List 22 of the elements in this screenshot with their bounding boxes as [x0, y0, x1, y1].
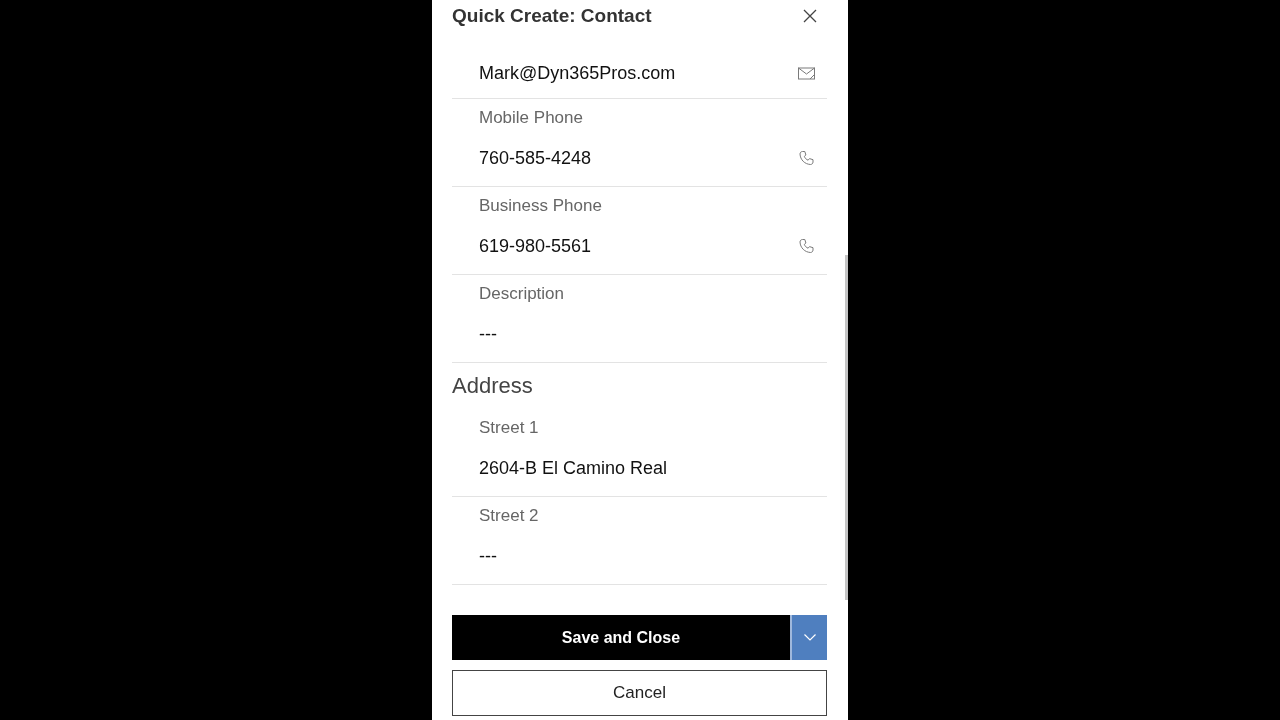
save-options-button[interactable]	[790, 615, 827, 660]
envelope-icon[interactable]	[798, 65, 815, 81]
field-label: Description	[479, 283, 566, 305]
save-and-close-button[interactable]: Save and Close	[452, 615, 790, 660]
field-value[interactable]: ---	[479, 543, 497, 569]
field-label: Business Phone	[479, 195, 603, 217]
dialog-title: Quick Create: Contact	[452, 4, 652, 28]
field-value[interactable]: 619-980-5561	[479, 233, 592, 259]
section-heading: Address	[452, 373, 534, 399]
field-value[interactable]: ---	[479, 321, 497, 347]
field-label: Mobile Phone	[479, 107, 584, 129]
field-value[interactable]: 2604-B El Camino Real	[479, 455, 668, 481]
phone-icon[interactable]	[798, 150, 815, 166]
phone-icon[interactable]	[798, 238, 815, 254]
cancel-button[interactable]: Cancel	[452, 670, 827, 716]
field-label: Street 2	[479, 505, 540, 527]
field-label: Street 1	[479, 417, 540, 439]
close-icon[interactable]	[803, 9, 817, 23]
field-value[interactable]: Mark@Dyn365Pros.com	[479, 60, 676, 86]
scrollbar-thumb[interactable]	[845, 255, 848, 600]
chevron-down-icon	[803, 634, 816, 641]
field-value[interactable]: 760-585-4248	[479, 145, 592, 171]
